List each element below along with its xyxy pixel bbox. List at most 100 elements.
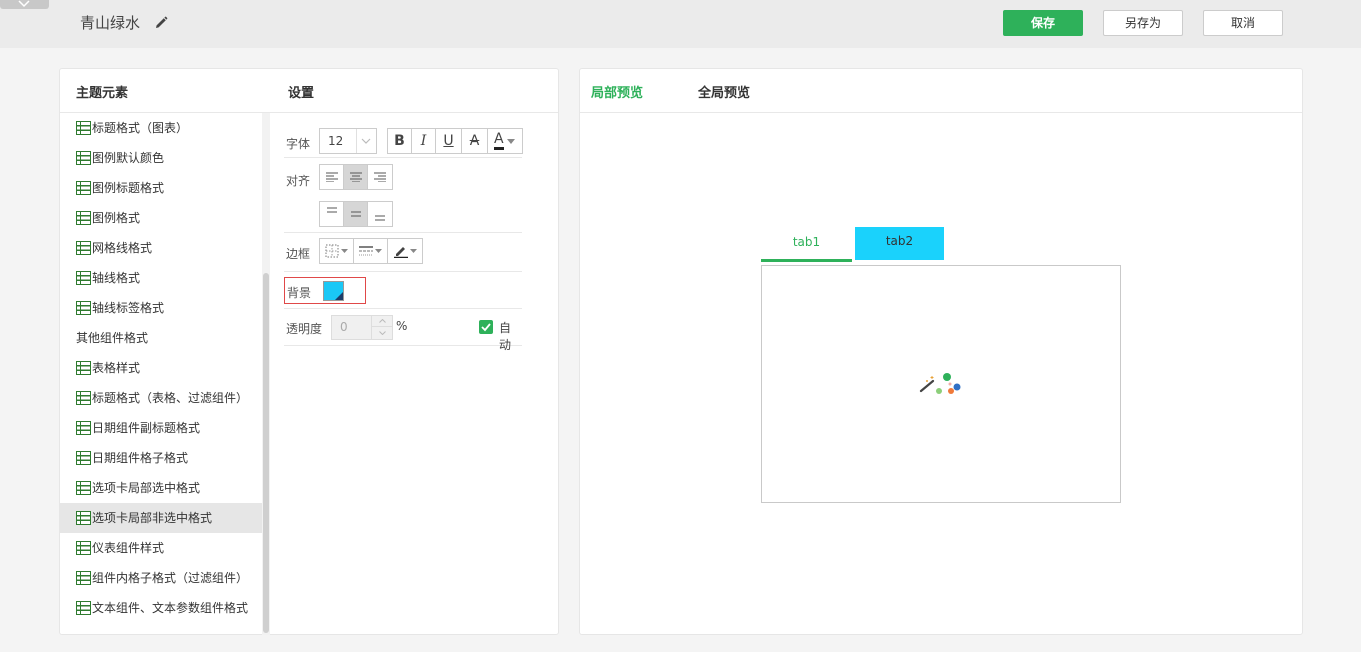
caret-down-icon xyxy=(375,249,382,253)
background-color-swatch[interactable] xyxy=(323,281,344,301)
chevron-down-icon xyxy=(18,0,30,8)
align-top-button[interactable] xyxy=(320,202,344,226)
select-divider xyxy=(356,129,357,153)
underline-button[interactable]: U xyxy=(436,129,462,153)
font-size-value: 12 xyxy=(328,134,344,148)
preview-header: 局部预览 全局预览 xyxy=(580,69,1302,113)
tab-local-preview[interactable]: 局部预览 xyxy=(591,82,643,101)
caret-down-icon xyxy=(341,249,348,253)
strikethrough-button[interactable]: A xyxy=(462,129,488,153)
opacity-increment-button[interactable] xyxy=(372,316,392,327)
top-bar: 青山绿水 保存 另存为 取消 xyxy=(0,0,1361,48)
border-color-button[interactable] xyxy=(388,239,422,263)
border-grid-icon xyxy=(325,244,339,258)
auto-checkbox[interactable] xyxy=(479,320,493,334)
border-style-button[interactable] xyxy=(320,239,354,263)
opacity-decrement-button[interactable] xyxy=(372,327,392,338)
theme-element-item[interactable]: 图例格式 xyxy=(60,203,262,233)
theme-element-item[interactable]: 图例默认颜色 xyxy=(60,143,262,173)
opacity-row: 透明度 0 % 自动 xyxy=(284,309,522,352)
list-scrollbar[interactable] xyxy=(262,113,270,635)
table-icon xyxy=(76,450,91,465)
save-button[interactable]: 保存 xyxy=(1003,10,1083,36)
align-left-button[interactable] xyxy=(320,165,344,189)
align-middle-icon xyxy=(350,211,361,217)
caret-down-icon xyxy=(506,138,515,144)
font-style-group: B I U A A xyxy=(387,128,523,154)
font-size-select[interactable]: 12 xyxy=(319,128,377,154)
edit-pencil-icon[interactable] xyxy=(153,15,169,31)
preview-tab-selected[interactable]: tab1 xyxy=(761,227,852,262)
theme-element-label: 图例默认颜色 xyxy=(92,151,165,165)
settings-title: 设置 xyxy=(288,86,315,101)
align-center-button[interactable] xyxy=(344,165,368,189)
font-row: 字体 12 B I U A A xyxy=(284,121,523,158)
theme-element-label: 图例格式 xyxy=(92,211,141,225)
theme-element-label: 日期组件副标题格式 xyxy=(92,421,201,435)
table-icon xyxy=(76,240,91,255)
theme-element-item[interactable]: 组件内格子格式（过滤组件） xyxy=(60,563,262,593)
opacity-unit: % xyxy=(396,319,408,333)
theme-element-item[interactable]: 表格样式 xyxy=(60,353,262,383)
opacity-stepper[interactable]: 0 xyxy=(331,315,393,340)
theme-element-item[interactable]: 轴线标签格式 xyxy=(60,293,262,323)
theme-element-item[interactable]: 日期组件副标题格式 xyxy=(60,413,262,443)
save-as-button[interactable]: 另存为 xyxy=(1103,10,1183,36)
theme-element-label: 日期组件格子格式 xyxy=(92,451,189,465)
table-icon xyxy=(76,480,91,495)
table-icon xyxy=(76,300,91,315)
horizontal-align-group xyxy=(319,164,393,190)
font-label: 字体 xyxy=(286,137,311,151)
align-bottom-icon xyxy=(375,215,385,221)
theme-element-label: 图例标题格式 xyxy=(92,181,165,195)
tab-global-preview[interactable]: 全局预览 xyxy=(698,82,750,101)
theme-element-label: 标题格式（图表） xyxy=(92,121,189,135)
theme-element-item[interactable]: 选项卡局部选中格式 xyxy=(60,473,262,503)
theme-element-label: 轴线格式 xyxy=(92,271,141,285)
theme-editor-header: 主题元素 设置 xyxy=(60,69,558,113)
theme-element-label: 组件内格子格式（过滤组件） xyxy=(92,571,249,585)
align-top-icon xyxy=(326,207,337,213)
preview-panel: 局部预览 全局预览 tab1 tab2 xyxy=(579,68,1303,635)
align-middle-button[interactable] xyxy=(344,202,368,226)
background-row: 背景 xyxy=(284,272,522,309)
theme-element-item[interactable]: 仪表组件样式 xyxy=(60,533,262,563)
table-icon xyxy=(76,150,91,165)
list-scrollbar-thumb[interactable] xyxy=(263,273,269,633)
table-icon xyxy=(76,210,91,225)
theme-editor-panel: 主题元素 设置 标题格式（图表） 图例默认颜色 图例标题格式 图例格式网格线格式轴线格… xyxy=(59,68,559,635)
align-bottom-button[interactable] xyxy=(368,202,392,226)
theme-element-label: 选项卡局部选中格式 xyxy=(92,481,201,495)
table-icon xyxy=(76,570,91,585)
font-color-icon: A xyxy=(494,132,504,150)
border-controls-group xyxy=(319,238,423,264)
theme-element-item[interactable]: 选项卡局部非选中格式 xyxy=(60,503,262,533)
font-color-button[interactable]: A xyxy=(488,129,522,153)
cancel-button[interactable]: 取消 xyxy=(1203,10,1283,36)
theme-element-label: 轴线标签格式 xyxy=(92,301,165,315)
table-icon xyxy=(76,600,91,615)
background-highlight: 背景 xyxy=(284,277,366,304)
theme-element-item[interactable]: 图例标题格式 xyxy=(60,173,262,203)
border-line-style-button[interactable] xyxy=(354,239,388,263)
italic-button[interactable]: I xyxy=(412,129,436,153)
theme-element-list: 标题格式（图表） 图例默认颜色 图例标题格式 图例格式网格线格式轴线格式轴线标签格式其… xyxy=(60,113,262,635)
checkmark-icon xyxy=(481,323,491,332)
magic-wand-icon xyxy=(919,373,961,394)
theme-element-item[interactable]: 标题格式（图表） xyxy=(60,113,262,143)
preview-tab-unselected[interactable]: tab2 xyxy=(855,227,944,260)
theme-element-item[interactable]: 轴线格式 xyxy=(60,263,262,293)
theme-element-item[interactable]: 网格线格式 xyxy=(60,233,262,263)
theme-element-label: 其他组件格式 xyxy=(76,331,149,345)
theme-element-item[interactable]: 日期组件格子格式 xyxy=(60,443,262,473)
swatch-corner xyxy=(335,292,343,300)
collapse-toggle[interactable] xyxy=(0,0,49,9)
bold-button[interactable]: B xyxy=(388,129,412,153)
theme-element-item[interactable]: 文本组件、文本参数组件格式 xyxy=(60,593,262,623)
theme-name: 青山绿水 xyxy=(80,14,141,32)
table-icon xyxy=(76,120,91,135)
align-right-button[interactable] xyxy=(368,165,392,189)
theme-element-item[interactable]: 其他组件格式 xyxy=(60,323,262,353)
theme-element-item[interactable]: 标题格式（表格、过滤组件） xyxy=(60,383,262,413)
chevron-up-icon xyxy=(378,319,386,323)
